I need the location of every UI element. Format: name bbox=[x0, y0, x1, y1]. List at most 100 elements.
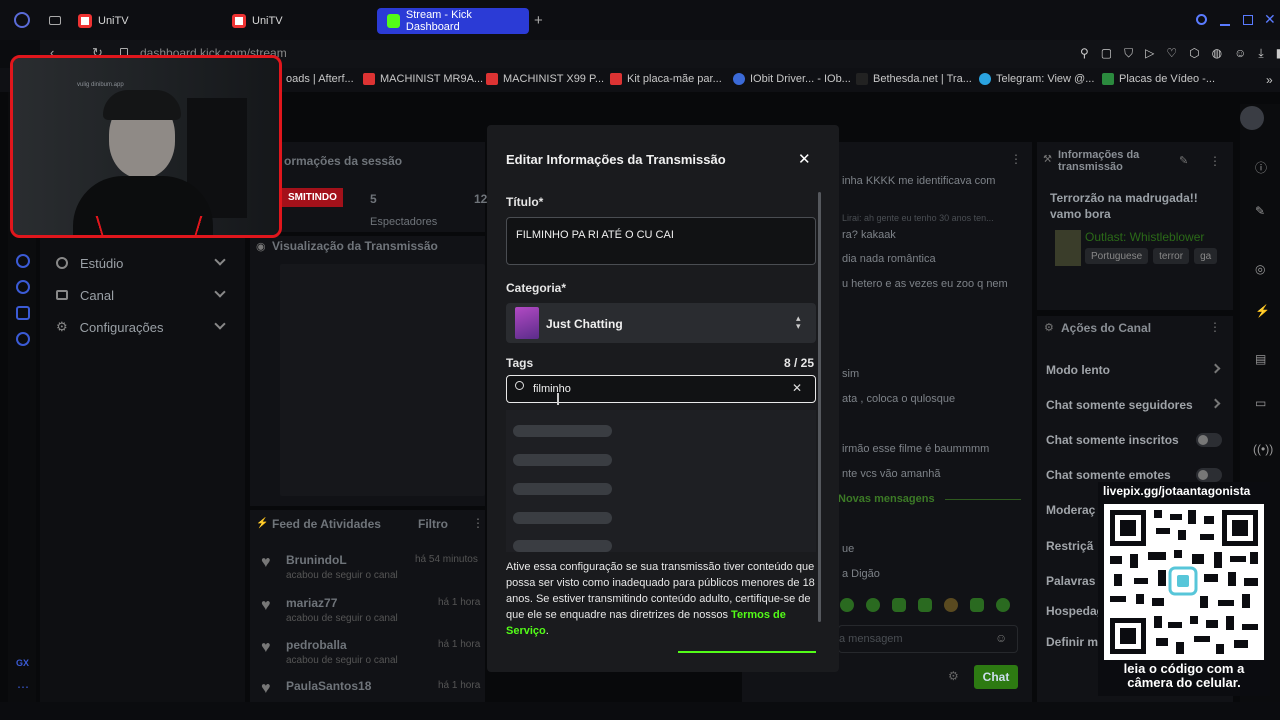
new-tab-button[interactable]: + bbox=[534, 12, 543, 29]
edit-icon[interactable]: ✎ bbox=[1255, 204, 1265, 218]
emoji-icon[interactable]: ☺ bbox=[995, 631, 1007, 645]
sidebar-item-canal[interactable]: Canal bbox=[56, 283, 114, 307]
bolt-icon[interactable]: ⚡ bbox=[1255, 304, 1270, 318]
maximize-icon[interactable] bbox=[1243, 15, 1253, 25]
feed-row[interactable]: ♥ mariaz77 há 1 hora acabou de seguir o … bbox=[258, 593, 483, 633]
save-button-edge[interactable] bbox=[678, 651, 816, 653]
extensions-icon[interactable]: ⬡ bbox=[1189, 46, 1199, 61]
feed-row[interactable]: ♥ PaulaSantos18 há 1 hora bbox=[258, 676, 483, 700]
camera-icon[interactable]: ◎ bbox=[1255, 262, 1265, 276]
chat-input[interactable]: a mensagem ☺ bbox=[838, 625, 1018, 653]
followers-only-item[interactable]: Chat somente seguidores bbox=[1046, 398, 1193, 412]
close-window-icon[interactable]: ✕ bbox=[1264, 11, 1276, 28]
pin-icon[interactable]: ⚲ bbox=[1080, 46, 1089, 61]
tab-kick-dashboard[interactable]: Stream - Kick Dashboard bbox=[377, 8, 529, 34]
bookmark-item[interactable]: oads | Afterf... bbox=[286, 73, 354, 85]
emote-icon[interactable] bbox=[970, 598, 984, 612]
stream-title-field[interactable]: FILMINHO PA RI ATÉ O CU CAI bbox=[506, 217, 816, 265]
gear-icon: ⚙ bbox=[1044, 322, 1054, 334]
tab-unitv-1[interactable]: UniTV bbox=[68, 8, 218, 34]
history-icon[interactable] bbox=[16, 280, 30, 294]
account-icon[interactable]: ☺ bbox=[1234, 46, 1246, 61]
emote-icon[interactable] bbox=[918, 598, 932, 612]
restrictions-item[interactable]: Restriçã bbox=[1046, 539, 1093, 553]
emotes-only-toggle[interactable] bbox=[1196, 468, 1222, 482]
send-chat-button[interactable]: Chat bbox=[974, 665, 1018, 689]
shield-icon[interactable]: ⛉ bbox=[1124, 46, 1133, 61]
subscribers-only-toggle[interactable] bbox=[1196, 433, 1222, 447]
tag-search-input[interactable]: filminho ✕ bbox=[506, 375, 816, 403]
feed-row[interactable]: ♥ BrunindoL há 54 minutos acabou de segu… bbox=[258, 550, 483, 590]
clear-search-icon[interactable]: ✕ bbox=[792, 381, 802, 395]
search-icon[interactable] bbox=[1196, 14, 1207, 25]
emote-icon[interactable] bbox=[840, 598, 854, 612]
preview-video[interactable] bbox=[280, 264, 485, 496]
sidebar-item-estudio[interactable]: Estúdio bbox=[56, 251, 123, 275]
emote-icon[interactable] bbox=[866, 598, 880, 612]
category-select[interactable]: Just Chatting ▴ ▾ bbox=[506, 303, 816, 343]
words-item[interactable]: Palavras bbox=[1046, 574, 1095, 588]
bookmark-item[interactable]: Telegram: View @... bbox=[979, 73, 1094, 85]
more-options-icon[interactable]: ⋮ bbox=[472, 516, 484, 530]
modal-scrollbar[interactable] bbox=[818, 192, 821, 622]
chat-message: ra? kakaak bbox=[842, 229, 896, 241]
chat-settings-icon[interactable]: ⚙ bbox=[948, 669, 959, 683]
tab-unitv-2[interactable]: UniTV bbox=[222, 8, 372, 34]
download-icon[interactable]: ⤓ bbox=[1258, 46, 1263, 61]
tag-chip[interactable]: terror bbox=[1153, 248, 1190, 264]
disclaimer-end: . bbox=[545, 625, 549, 637]
emote-bar bbox=[840, 598, 1010, 612]
bookmark-item[interactable]: Bethesda.net | Tra... bbox=[856, 73, 972, 85]
livepix-qr-overlay: livepix.gg/jotaantagonista leia o código… bbox=[1098, 482, 1270, 696]
feed-row[interactable]: ♥ pedroballa há 1 hora acabou de seguir … bbox=[258, 635, 483, 675]
broadcast-icon[interactable]: ((•)) bbox=[1253, 442, 1273, 456]
document-icon[interactable]: ▤ bbox=[1255, 352, 1266, 366]
extensions-rail-icon[interactable] bbox=[16, 306, 30, 320]
bookmark-item[interactable]: MACHINIST X99 P... bbox=[486, 73, 604, 85]
info-icon[interactable]: ⓘ bbox=[1255, 159, 1267, 176]
player-icon[interactable] bbox=[16, 254, 30, 268]
slow-mode-item[interactable]: Modo lento bbox=[1046, 363, 1110, 377]
define-item[interactable]: Definir m bbox=[1046, 635, 1098, 649]
bookmark-item[interactable]: IObit Driver... - IOb... bbox=[733, 73, 851, 85]
more-rail-icon[interactable]: ⋯ bbox=[17, 680, 29, 694]
gx-icon[interactable]: GX bbox=[16, 658, 29, 668]
settings-rail-icon[interactable] bbox=[16, 332, 30, 346]
feed-time: há 1 hora bbox=[438, 639, 481, 650]
game-link[interactable]: Outlast: Whistleblower bbox=[1085, 230, 1204, 244]
tab-switcher-icon[interactable] bbox=[49, 16, 61, 25]
bookmark-item[interactable]: Kit placa-mãe par... bbox=[610, 73, 722, 85]
avatar[interactable] bbox=[1240, 106, 1264, 130]
emote-icon[interactable] bbox=[944, 598, 958, 612]
tag-chip[interactable]: ga bbox=[1194, 248, 1218, 264]
tag-chip[interactable]: Portuguese bbox=[1085, 248, 1149, 264]
hosting-item[interactable]: Hospedag bbox=[1046, 604, 1104, 618]
more-options-icon[interactable]: ⋮ bbox=[1010, 152, 1022, 166]
emote-icon[interactable] bbox=[996, 598, 1010, 612]
snapshot-icon[interactable]: ▢ bbox=[1101, 46, 1112, 61]
more-options-icon[interactable]: ⋮ bbox=[1209, 320, 1221, 334]
feed-filter-button[interactable]: Filtro bbox=[418, 517, 448, 531]
chat-icon[interactable]: ▭ bbox=[1255, 396, 1266, 410]
moderation-item[interactable]: Moderaç bbox=[1046, 503, 1095, 517]
opera-logo-icon[interactable] bbox=[14, 12, 30, 28]
bookmark-item[interactable]: Placas de Vídeo -... bbox=[1102, 73, 1215, 85]
emote-icon[interactable] bbox=[892, 598, 906, 612]
new-messages-divider[interactable]: Novas mensagens bbox=[838, 493, 935, 505]
heart-icon: ♥ bbox=[261, 639, 271, 656]
wallet-icon[interactable]: ◍ bbox=[1212, 46, 1222, 61]
feed-action: acabou de seguir o canal bbox=[286, 570, 398, 581]
feed-action: acabou de seguir o canal bbox=[286, 613, 398, 624]
sidebar-item-configuracoes[interactable]: ⚙ Configurações bbox=[56, 315, 163, 339]
subscribers-only-item: Chat somente inscritos bbox=[1046, 433, 1179, 447]
more-options-icon[interactable]: ⋮ bbox=[1209, 154, 1221, 168]
bethesda-icon bbox=[856, 73, 868, 85]
more-bookmarks-icon[interactable]: » bbox=[1266, 73, 1273, 87]
play-icon[interactable]: ▷ bbox=[1145, 46, 1154, 61]
heart-icon[interactable]: ♡ bbox=[1166, 46, 1177, 61]
bookmark-item[interactable]: MACHINIST MR9A... bbox=[363, 73, 483, 85]
close-icon[interactable]: ✕ bbox=[798, 150, 811, 168]
minimize-icon[interactable] bbox=[1220, 24, 1230, 26]
edit-icon[interactable]: ✎ bbox=[1179, 154, 1188, 167]
snap-icon[interactable]: ◧ bbox=[1276, 46, 1280, 61]
